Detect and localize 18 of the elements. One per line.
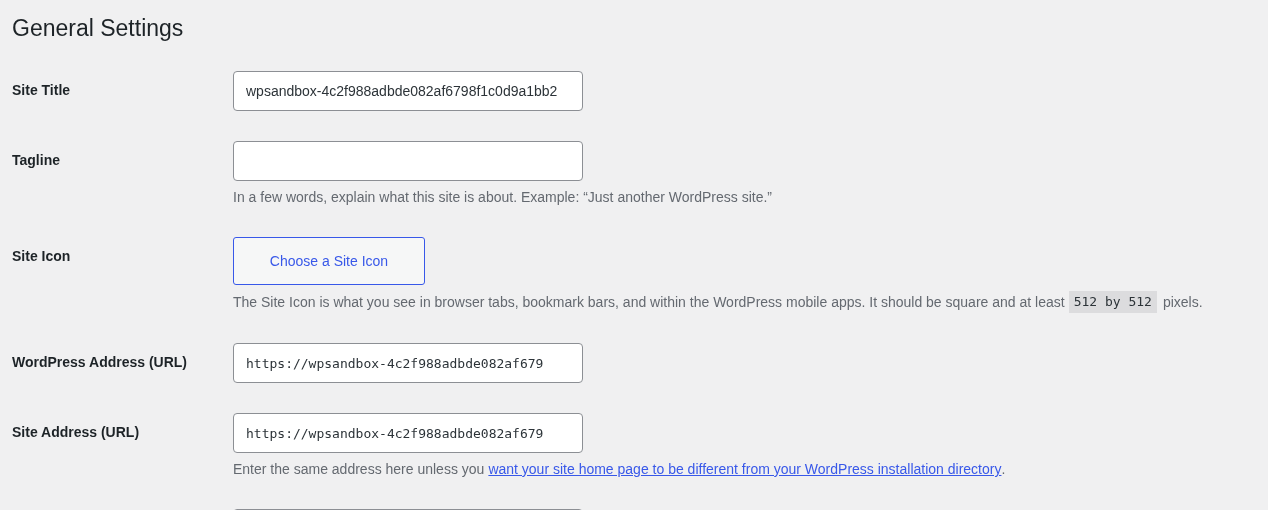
description-text: . xyxy=(1001,460,1006,479)
description-text: In a few words, explain what this site is about. Example: “Just another WordPress site.” xyxy=(233,188,772,207)
url-field[interactable]: https://wpsandbox-4c2f988adbde082af679 xyxy=(233,343,583,383)
field-label: Site Address (URL) xyxy=(12,424,140,440)
field-label: Tagline xyxy=(12,152,60,168)
choose-icon-button[interactable]: Choose a Site Icon xyxy=(233,237,425,285)
code-snippet: 512 by 512 xyxy=(1068,291,1157,313)
field-label: Site Icon xyxy=(12,248,71,264)
field-label: Site Title xyxy=(12,82,71,98)
text-field[interactable]: wpsandbox-4c2f988adbde082af6798f1c0d9a1bb2 xyxy=(233,71,583,111)
page-title: General Settings xyxy=(12,14,185,43)
field-label: WordPress Address (URL) xyxy=(12,354,188,370)
description-text: pixels. xyxy=(1162,293,1203,312)
description-text: Enter the same address here unless you xyxy=(233,460,485,479)
description-text: The Site Icon is what you see in browser tabs, bookmark bars, and within the WordPress mobile apps. It should be square and at least xyxy=(233,293,1065,312)
url-field[interactable]: https://wpsandbox-4c2f988adbde082af679 xyxy=(233,413,583,453)
help-link[interactable]: want your site home page to be different from your WordPress installation directory xyxy=(488,459,1002,479)
text-field[interactable] xyxy=(233,141,583,181)
